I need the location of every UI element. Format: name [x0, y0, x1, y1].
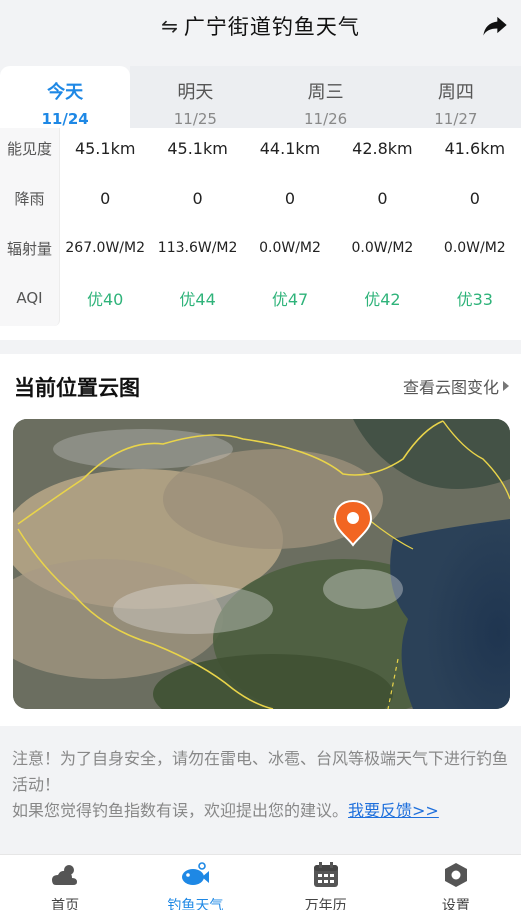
table-cell: 0.0W/M2: [443, 240, 506, 256]
aqi-cell: 优47: [271, 290, 309, 309]
satellite-cloud-map[interactable]: [13, 419, 510, 709]
table-cell: 113.6W/M2: [157, 240, 238, 256]
row-label: 辐射量: [6, 239, 52, 258]
table-cell: 45.1km: [74, 138, 136, 158]
tab-day-label: 周四: [437, 82, 474, 103]
app-header: ⇋ 广宁街道钓鱼天气: [0, 0, 521, 52]
weather-data-table[interactable]: 能见度 45.1km 45.1km 44.1km 42.8km 41.6km 降…: [0, 128, 521, 340]
nav-label: 设置: [441, 898, 470, 910]
table-cell: 0: [377, 188, 388, 208]
nav-label: 万年历: [304, 898, 347, 910]
swap-location-icon[interactable]: ⇋: [161, 14, 178, 38]
nav-label: 钓鱼天气: [167, 898, 224, 910]
table-cell: 44.1km: [259, 138, 321, 158]
notice-text: 如果您觉得钓鱼指数有误，欢迎提出您的建议。: [12, 801, 349, 820]
tab-day-label: 今天: [47, 82, 84, 103]
tab-day-label: 周三: [307, 82, 344, 103]
satellite-image: [13, 419, 510, 709]
table-row-visibility: 能见度 45.1km 45.1km 44.1km 42.8km 41.6km: [0, 128, 521, 173]
tab-date-label: 11/25: [173, 110, 217, 128]
table-cell: 0.0W/M2: [259, 240, 321, 256]
table-cell: 45.1km: [167, 138, 228, 158]
nav-item-calendar[interactable]: 万年历: [261, 855, 391, 910]
table-cell: 0: [192, 188, 203, 208]
nav-item-settings[interactable]: 设置: [391, 855, 521, 910]
table-cell: 0: [100, 188, 111, 208]
settings-hexagon-icon: [444, 863, 467, 887]
view-cloud-changes-link[interactable]: 查看云图变化: [403, 374, 509, 398]
table-cell: 41.6km: [444, 138, 506, 158]
table-row-aqi: AQI 优40 优44 优47 优42 优33: [0, 273, 521, 323]
safety-notice: 注意！为了自身安全，请勿在雷电、冰雹、台风等极端天气下进行钓鱼活动！ 如果您觉得…: [0, 738, 521, 848]
table-cell: 0: [469, 188, 480, 208]
cloud-map-section: 当前位置云图 查看云图变化: [0, 354, 521, 726]
nav-item-fishing-weather[interactable]: 钓鱼天气: [130, 855, 260, 910]
aqi-cell: 优40: [87, 290, 124, 309]
table-cell: 0.0W/M2: [351, 240, 414, 256]
section-title: 当前位置云图: [14, 376, 140, 400]
nav-label: 首页: [51, 898, 80, 910]
tab-date-label: 11/27: [434, 110, 478, 128]
page-title: 广宁街道钓鱼天气: [183, 15, 360, 39]
row-label: 降雨: [14, 189, 45, 208]
notice-line: 注意！为了自身安全，请勿在雷电、冰雹、台风等极端天气下进行钓鱼活动！: [12, 749, 509, 794]
row-label: AQI: [16, 289, 43, 307]
title-wrap[interactable]: ⇋ 广宁街道钓鱼天气: [161, 11, 360, 41]
fish-icon: [182, 862, 210, 885]
nav-item-home[interactable]: 首页: [0, 855, 130, 910]
calendar-icon: [313, 862, 338, 887]
feedback-link[interactable]: 我要反馈>>: [348, 801, 439, 820]
link-label: 查看云图变化: [402, 378, 499, 397]
share-icon[interactable]: [481, 11, 509, 39]
table-cell: 0: [284, 188, 296, 208]
notice-line-feedback: 如果您觉得钓鱼指数有误，欢迎提出您的建议。我要反馈>>: [12, 798, 509, 824]
aqi-cell: 优42: [364, 290, 401, 309]
tab-day-label: 明天: [177, 82, 214, 103]
tab-date-label: 11/26: [304, 110, 348, 128]
table-row-rain: 降雨 0 0 0 0 0: [0, 173, 521, 223]
caret-right-icon: [503, 381, 509, 391]
aqi-cell: 优33: [456, 290, 493, 309]
table-cell: 42.8km: [352, 138, 413, 158]
table-cell: 267.0W/M2: [65, 240, 145, 256]
row-label: 能见度: [6, 139, 52, 158]
aqi-cell: 优44: [179, 290, 216, 309]
tab-date-label: 11/24: [41, 110, 89, 128]
table-row-radiation: 辐射量 267.0W/M2 113.6W/M2 0.0W/M2 0.0W/M2 …: [0, 223, 521, 273]
bottom-navigation: 首页 钓鱼天气 万年历 设置: [0, 854, 521, 910]
weather-cloud-sun-icon: [52, 865, 78, 885]
